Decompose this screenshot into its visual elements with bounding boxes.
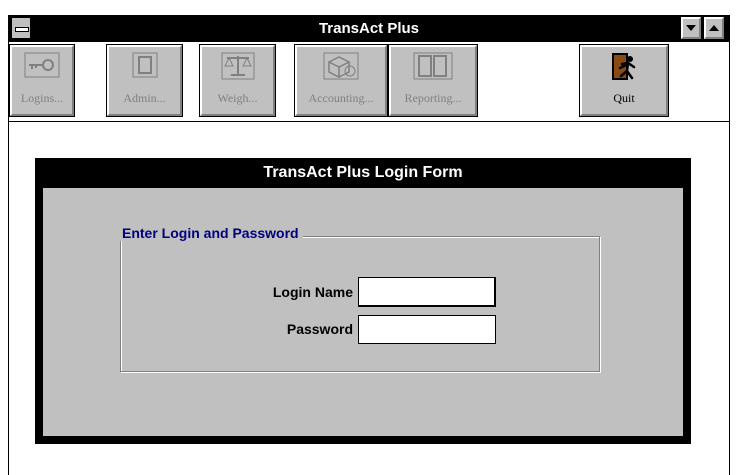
exit-door-icon (612, 53, 636, 80)
login-form: TransAct Plus Login Form Enter Login and… (35, 158, 691, 444)
window-title: TransAct Plus (318, 20, 420, 37)
accounting-button[interactable]: Accounting... (294, 44, 388, 117)
door-icon (132, 52, 157, 78)
logins-button[interactable]: Logins... (9, 44, 75, 117)
minimize-icon (686, 25, 696, 31)
quit-label: Quit (613, 91, 635, 105)
boxes-icon (323, 52, 359, 80)
key-icon (24, 52, 60, 78)
password-label: Password (286, 321, 353, 337)
login-form-body: Enter Login and Password Login Name Pass… (43, 188, 683, 436)
weigh-label: Weigh... (217, 91, 258, 105)
report-icon (413, 52, 453, 80)
app-window: TransAct Plus Logins... Admin... Weigh..… (8, 15, 730, 475)
quit-button[interactable]: Quit (579, 44, 669, 117)
admin-button[interactable]: Admin... (106, 44, 183, 117)
reporting-label: Reporting... (404, 91, 462, 105)
reporting-button[interactable]: Reporting... (388, 44, 478, 117)
password-field[interactable] (358, 315, 496, 344)
login-form-title: TransAct Plus Login Form (263, 164, 463, 181)
maximize-button[interactable] (703, 16, 725, 40)
accounting-label: Accounting... (308, 91, 374, 105)
scale-icon (221, 52, 254, 80)
title-bar: TransAct Plus (9, 15, 729, 42)
toolbar: Logins... Admin... Weigh... Accounting..… (9, 42, 729, 122)
login-name-label: Login Name (272, 284, 353, 300)
maximize-icon (709, 25, 719, 31)
logins-label: Logins... (20, 91, 64, 105)
admin-label: Admin... (123, 91, 166, 105)
group-label: Enter Login and Password (119, 225, 303, 241)
login-name-field[interactable] (358, 277, 496, 307)
weigh-button[interactable]: Weigh... (199, 44, 276, 117)
minimize-button[interactable] (680, 16, 702, 40)
